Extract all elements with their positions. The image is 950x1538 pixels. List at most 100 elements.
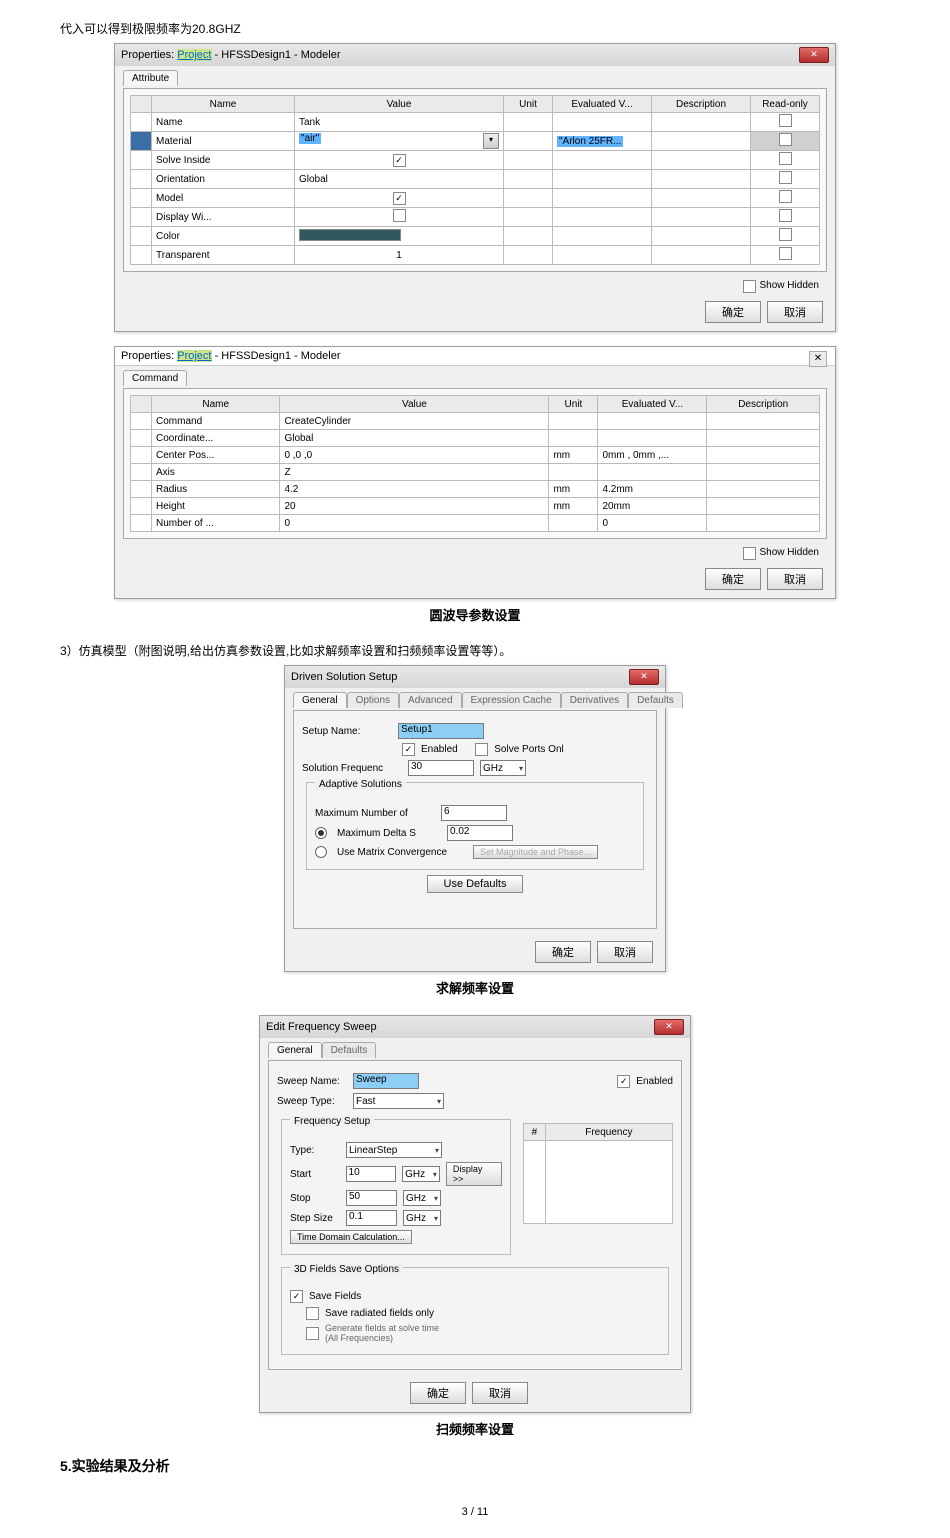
table-row[interactable]: CommandCreateCylinder: [131, 413, 820, 430]
chevron-down-icon[interactable]: ▾: [483, 133, 499, 149]
table-row[interactable]: Number of ...00: [131, 515, 820, 532]
cell: 4.2: [280, 481, 549, 498]
max-num-label: Maximum Number of: [315, 808, 435, 819]
save-options-fieldset: 3D Fields Save Options Save Fields Save …: [281, 1267, 669, 1355]
table-row[interactable]: Model: [131, 189, 820, 208]
readonly-checkbox[interactable]: [779, 114, 792, 127]
setup-name-label: Setup Name:: [302, 726, 392, 737]
table-row[interactable]: OrientationGlobal: [131, 170, 820, 189]
tab-defaults[interactable]: Defaults: [628, 692, 683, 708]
titlebar-2: Properties: Project - HFSSDesign1 - Mode…: [115, 347, 835, 366]
ok-button[interactable]: 确定: [705, 301, 761, 323]
table-row[interactable]: Color: [131, 227, 820, 246]
table-row[interactable]: Material"air"▾"Arlon 25FR...: [131, 132, 820, 151]
display-button[interactable]: Display >>: [446, 1162, 502, 1186]
solution-freq-input[interactable]: 30: [408, 760, 474, 776]
enabled-checkbox[interactable]: [402, 743, 415, 756]
tab-attribute[interactable]: Attribute: [123, 70, 178, 86]
cell: 20: [280, 498, 549, 515]
time-domain-button[interactable]: Time Domain Calculation...: [290, 1230, 412, 1244]
max-num-input[interactable]: 6: [441, 805, 507, 821]
show-hidden-checkbox[interactable]: [743, 280, 756, 293]
solve-inside-checkbox[interactable]: [393, 154, 406, 167]
dialog-title: Driven Solution Setup: [291, 671, 397, 683]
col-unit: Unit: [504, 96, 553, 113]
sweep-name-input[interactable]: Sweep: [353, 1073, 419, 1089]
cancel-button[interactable]: 取消: [597, 941, 653, 963]
use-defaults-button[interactable]: Use Defaults: [427, 875, 524, 893]
table-row[interactable]: Transparent1: [131, 246, 820, 265]
table-row[interactable]: Display Wi...: [131, 208, 820, 227]
table-row[interactable]: Solve Inside: [131, 151, 820, 170]
close-icon[interactable]: ✕: [654, 1019, 684, 1035]
stop-input[interactable]: 50: [346, 1190, 397, 1206]
tab-options[interactable]: Options: [347, 692, 399, 708]
max-delta-input[interactable]: 0.02: [447, 825, 513, 841]
page-indicator: 3 / 11: [60, 1506, 890, 1518]
stop-label: Stop: [290, 1193, 340, 1204]
col-frequency: Frequency: [545, 1124, 672, 1141]
type-select[interactable]: LinearStep: [346, 1142, 442, 1158]
model-checkbox[interactable]: [393, 192, 406, 205]
ok-button[interactable]: 确定: [410, 1382, 466, 1404]
readonly-checkbox[interactable]: [779, 152, 792, 165]
ok-button[interactable]: 确定: [535, 941, 591, 963]
matrix-conv-radio[interactable]: [315, 846, 327, 858]
table-row[interactable]: AxisZ: [131, 464, 820, 481]
generate-fields-label: Generate fields at solve time (All Frequ…: [325, 1324, 445, 1344]
cancel-button[interactable]: 取消: [767, 568, 823, 590]
table-row[interactable]: Center Pos...0 ,0 ,0mm0mm , 0mm ,...: [131, 447, 820, 464]
setup-name-input[interactable]: Setup1: [398, 723, 484, 739]
sweep-type-label: Sweep Type:: [277, 1096, 347, 1107]
step-input[interactable]: 0.1: [346, 1210, 397, 1226]
readonly-checkbox[interactable]: [779, 133, 792, 146]
frequency-setup-fieldset: Frequency Setup Type: LinearStep Start 1…: [281, 1119, 511, 1255]
col-description: Description: [652, 96, 751, 113]
cancel-button[interactable]: 取消: [767, 301, 823, 323]
step-unit-select[interactable]: GHz: [403, 1210, 441, 1226]
close-icon[interactable]: ✕: [799, 47, 829, 63]
show-hidden-checkbox[interactable]: [743, 547, 756, 560]
start-unit-select[interactable]: GHz: [402, 1166, 440, 1182]
tab-expression-cache[interactable]: Expression Cache: [462, 692, 561, 708]
tab-command[interactable]: Command: [123, 370, 187, 386]
table-row[interactable]: NameTank: [131, 113, 820, 132]
max-delta-radio[interactable]: [315, 827, 327, 839]
readonly-checkbox[interactable]: [779, 209, 792, 222]
save-radiated-checkbox[interactable]: [306, 1307, 319, 1320]
start-input[interactable]: 10: [346, 1166, 397, 1182]
solve-ports-label: Solve Ports Onl: [494, 744, 563, 755]
ok-button[interactable]: 确定: [705, 568, 761, 590]
top-text: 代入可以得到极限频率为20.8GHZ: [60, 20, 890, 37]
readonly-checkbox[interactable]: [779, 228, 792, 241]
cell-value: Global: [295, 170, 504, 189]
tab-defaults[interactable]: Defaults: [322, 1042, 377, 1058]
color-swatch[interactable]: [299, 229, 401, 241]
save-fields-label: Save Fields: [309, 1291, 361, 1302]
stop-unit-select[interactable]: GHz: [403, 1190, 441, 1206]
tab-advanced[interactable]: Advanced: [399, 692, 461, 708]
table-row[interactable]: Coordinate...Global: [131, 430, 820, 447]
readonly-checkbox[interactable]: [779, 190, 792, 203]
table-row[interactable]: Height20mm20mm: [131, 498, 820, 515]
solve-ports-checkbox[interactable]: [475, 743, 488, 756]
sweep-type-select[interactable]: Fast: [353, 1093, 444, 1109]
close-icon[interactable]: ✕: [629, 669, 659, 685]
readonly-checkbox[interactable]: [779, 247, 792, 260]
caption-cylindrical: 圆波导参数设置: [60, 605, 890, 624]
properties-dialog-2: Properties: Project - HFSSDesign1 - Mode…: [114, 346, 836, 599]
enabled-checkbox[interactable]: [617, 1075, 630, 1088]
displaywi-checkbox[interactable]: [393, 209, 406, 222]
cancel-button[interactable]: 取消: [472, 1382, 528, 1404]
tab-general[interactable]: General: [293, 692, 347, 708]
save-fields-checkbox[interactable]: [290, 1290, 303, 1303]
close-icon[interactable]: ✕: [809, 351, 827, 367]
generate-fields-checkbox[interactable]: [306, 1327, 319, 1340]
tab-derivatives[interactable]: Derivatives: [561, 692, 628, 708]
readonly-checkbox[interactable]: [779, 171, 792, 184]
dialog-title: Edit Frequency Sweep: [266, 1021, 377, 1033]
solution-freq-unit-select[interactable]: GHz: [480, 760, 526, 776]
cell: Number of ...: [152, 515, 280, 532]
table-row[interactable]: Radius4.2mm4.2mm: [131, 481, 820, 498]
tab-general[interactable]: General: [268, 1042, 322, 1058]
